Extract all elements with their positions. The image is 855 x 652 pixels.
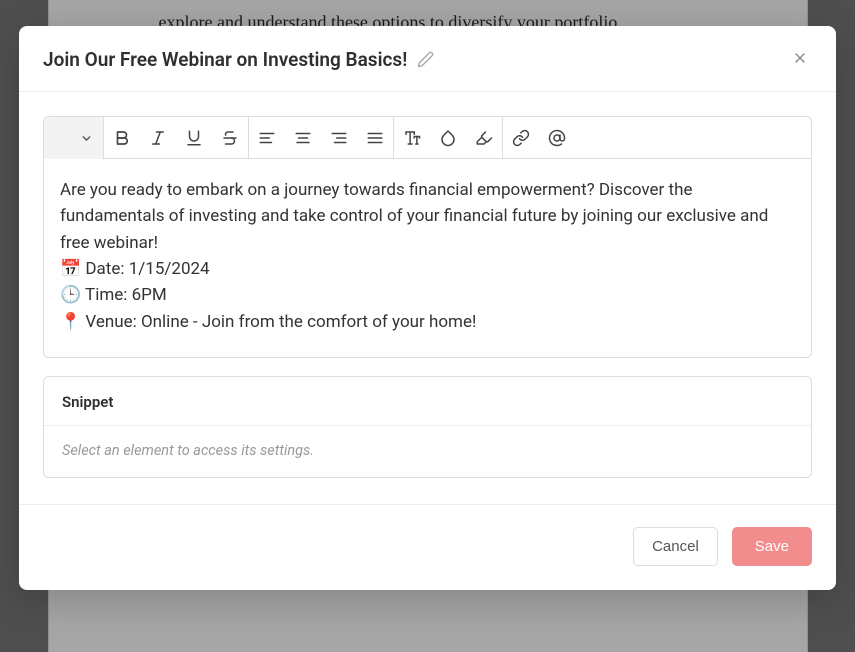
text-format-group: [104, 117, 249, 158]
link-button[interactable]: [503, 117, 539, 159]
modal-header: Join Our Free Webinar on Investing Basic…: [19, 26, 836, 92]
snippet-panel: Snippet Select an element to access its …: [43, 376, 812, 478]
modal-title: Join Our Free Webinar on Investing Basic…: [43, 48, 407, 71]
style-dropdown[interactable]: [44, 117, 104, 159]
align-center-button[interactable]: [285, 117, 321, 159]
alignment-group: [249, 117, 394, 158]
bold-button[interactable]: [104, 117, 140, 159]
align-left-button[interactable]: [249, 117, 285, 159]
align-right-button[interactable]: [321, 117, 357, 159]
editor-date-line: 📅 Date: 1/15/2024: [60, 256, 795, 282]
editor-intro-text: Are you ready to embark on a journey tow…: [60, 177, 795, 256]
snippet-header: Snippet: [44, 377, 811, 426]
italic-button[interactable]: [140, 117, 176, 159]
strikethrough-button[interactable]: [212, 117, 248, 159]
text-style-group: [394, 117, 503, 158]
font-size-button[interactable]: [394, 117, 430, 159]
rich-text-editor: Are you ready to embark on a journey tow…: [43, 116, 812, 358]
save-button[interactable]: Save: [732, 527, 812, 566]
editor-venue-line: 📍 Venue: Online - Join from the comfort …: [60, 309, 795, 335]
editor-time-line: 🕒 Time: 6PM: [60, 282, 795, 308]
modal-body: Are you ready to embark on a journey tow…: [19, 92, 836, 478]
cancel-button[interactable]: Cancel: [633, 527, 718, 566]
pencil-icon[interactable]: [417, 51, 434, 68]
align-justify-button[interactable]: [357, 117, 393, 159]
text-color-button[interactable]: [430, 117, 466, 159]
modal-footer: Cancel Save: [19, 504, 836, 590]
highlight-button[interactable]: [466, 117, 502, 159]
mention-button[interactable]: [539, 117, 575, 159]
insert-group: [503, 117, 575, 158]
editor-toolbar: [44, 117, 811, 159]
close-icon[interactable]: [788, 46, 812, 73]
snippet-placeholder: Select an element to access its settings…: [44, 426, 811, 477]
editor-content[interactable]: Are you ready to embark on a journey tow…: [44, 159, 811, 357]
underline-button[interactable]: [176, 117, 212, 159]
editor-modal: Join Our Free Webinar on Investing Basic…: [19, 26, 836, 590]
